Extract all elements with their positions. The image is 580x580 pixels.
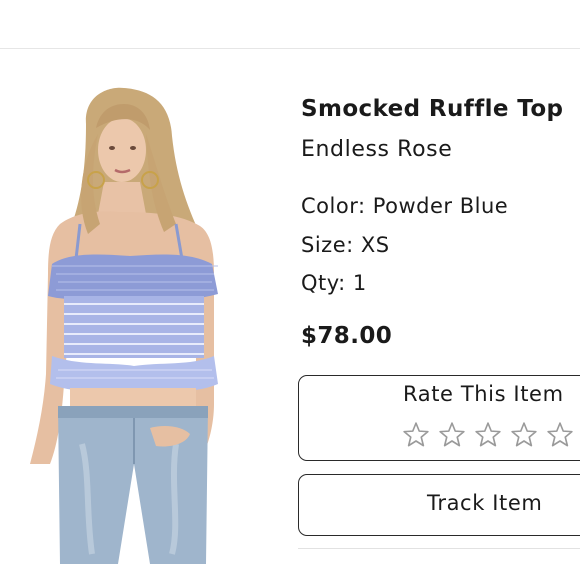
footer-divider: [298, 548, 580, 549]
product-image[interactable]: [0, 84, 272, 564]
product-qty: Qty: 1: [301, 271, 367, 295]
product-brand: Endless Rose: [301, 137, 453, 162]
product-color: Color: Powder Blue: [301, 194, 509, 218]
track-item-button[interactable]: Track Item: [298, 474, 580, 536]
product-price: $78.00: [301, 323, 393, 349]
rate-item-label: Rate This Item: [403, 382, 564, 406]
star-outline-icon[interactable]: [401, 420, 431, 450]
star-outline-icon[interactable]: [437, 420, 467, 450]
rate-item-panel: Rate This Item: [298, 375, 580, 461]
star-outline-icon[interactable]: [509, 420, 539, 450]
star-outline-icon[interactable]: [545, 420, 575, 450]
header-divider: [0, 48, 580, 49]
product-size: Size: XS: [301, 233, 390, 257]
star-outline-icon[interactable]: [473, 420, 503, 450]
product-name: Smocked Ruffle Top: [301, 96, 564, 122]
track-item-label: Track Item: [427, 491, 543, 515]
